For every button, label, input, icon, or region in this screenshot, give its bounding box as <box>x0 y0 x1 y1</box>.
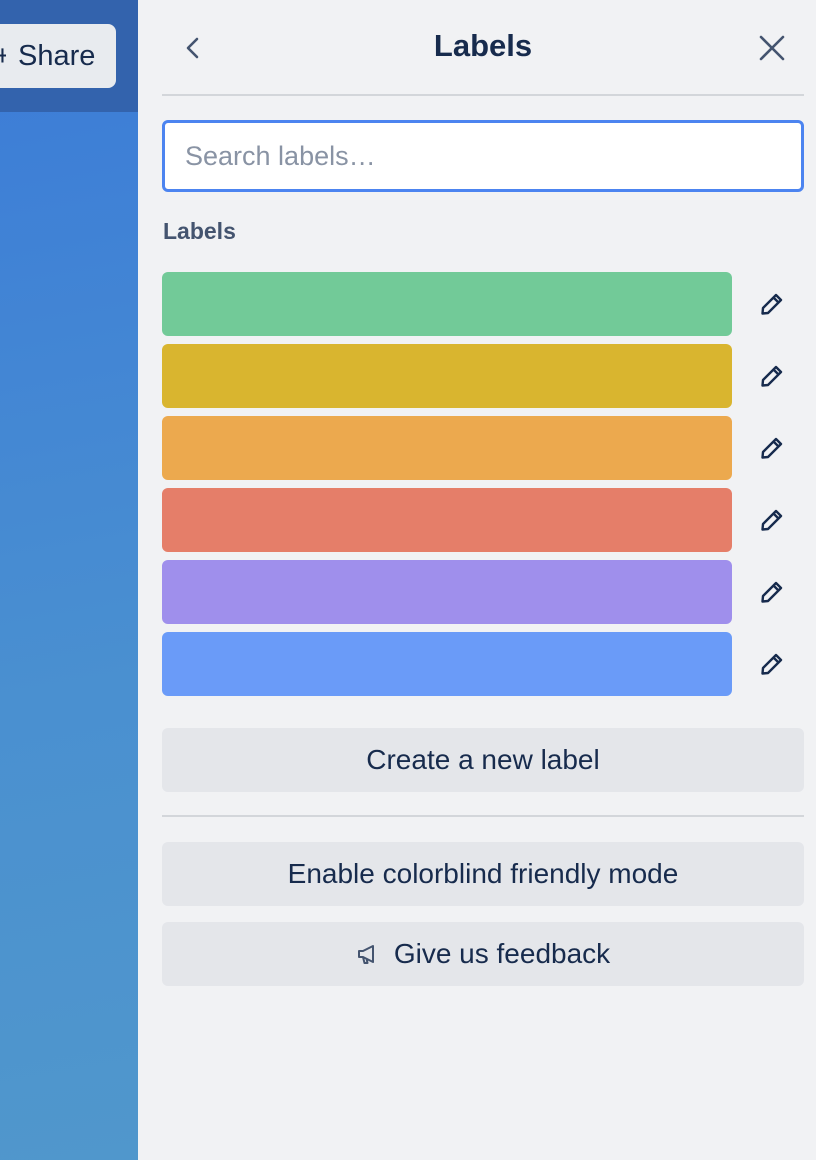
search-labels-input[interactable] <box>162 120 804 192</box>
pencil-icon <box>761 365 783 387</box>
megaphone-icon <box>356 943 380 965</box>
edit-label-button[interactable] <box>748 496 796 544</box>
board-background <box>0 0 138 1160</box>
plus-icon: + <box>0 40 6 73</box>
divider <box>162 815 804 817</box>
close-button[interactable] <box>748 24 796 72</box>
label-swatch[interactable] <box>162 560 732 624</box>
colorblind-mode-button[interactable]: Enable colorblind friendly mode <box>162 842 804 906</box>
edit-label-button[interactable] <box>748 424 796 472</box>
labels-panel: Labels Labels Create a new label Enable … <box>138 0 816 1160</box>
panel-title: Labels <box>433 28 533 63</box>
create-label-button-label: Create a new label <box>366 744 600 775</box>
label-swatch[interactable] <box>162 416 732 480</box>
label-swatch[interactable] <box>162 344 732 408</box>
label-swatch[interactable] <box>162 272 732 336</box>
label-row <box>162 272 804 336</box>
board-header: + Share <box>0 0 138 112</box>
feedback-button-label: Give us feedback <box>393 938 611 969</box>
close-icon <box>759 35 785 61</box>
app-window: + Share Labels Labels Create a new label <box>0 0 816 1160</box>
share-button-label: Share <box>18 39 96 72</box>
label-row <box>162 488 804 552</box>
pencil-icon <box>761 581 783 603</box>
edit-label-button[interactable] <box>748 568 796 616</box>
label-list <box>162 272 804 704</box>
edit-label-button[interactable] <box>748 280 796 328</box>
pencil-icon <box>761 437 783 459</box>
pencil-icon <box>761 293 783 315</box>
label-row <box>162 416 804 480</box>
colorblind-mode-button-label: Enable colorblind friendly mode <box>287 858 679 889</box>
feedback-button[interactable]: Give us feedback <box>162 922 804 986</box>
pencil-icon <box>761 653 783 675</box>
edit-label-button[interactable] <box>748 352 796 400</box>
label-row <box>162 632 804 696</box>
share-button[interactable]: + Share <box>0 24 116 88</box>
pencil-icon <box>761 509 783 531</box>
label-row <box>162 560 804 624</box>
create-label-button[interactable]: Create a new label <box>162 728 804 792</box>
labels-section-heading: Labels <box>163 218 236 244</box>
panel-header: Labels <box>162 0 804 96</box>
label-swatch[interactable] <box>162 632 732 696</box>
label-swatch[interactable] <box>162 488 732 552</box>
edit-label-button[interactable] <box>748 640 796 688</box>
label-row <box>162 344 804 408</box>
